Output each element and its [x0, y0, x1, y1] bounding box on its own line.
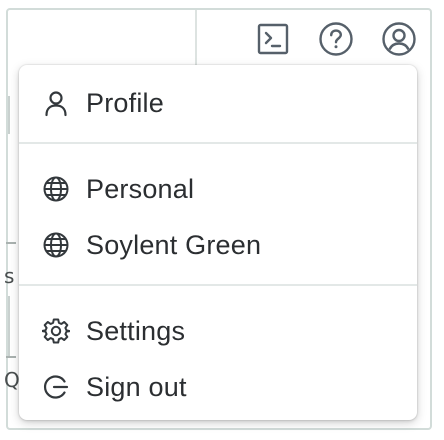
menu-item-label: Profile [86, 87, 164, 118]
user-icon [41, 88, 71, 118]
menu-item-settings[interactable]: Settings [19, 307, 417, 355]
help-icon[interactable] [317, 20, 355, 58]
menu-item-label: Personal [86, 173, 195, 204]
menu-item-sign-out[interactable]: Sign out [19, 363, 417, 411]
globe-icon [41, 230, 71, 260]
menu-item-profile[interactable]: Profile [19, 79, 417, 127]
background-tick [6, 356, 16, 358]
user-dropdown-menu: Profile Personal Soylent Green Settings … [19, 65, 417, 420]
menu-separator [19, 142, 417, 144]
header-divider [195, 10, 197, 68]
menu-separator [19, 284, 417, 286]
menu-item-label: Sign out [86, 371, 187, 402]
sign-out-icon [41, 372, 71, 402]
background-line [8, 296, 10, 356]
background-tick [6, 242, 16, 244]
terminal-icon[interactable] [254, 20, 292, 58]
menu-item-soylent-green[interactable]: Soylent Green [19, 221, 417, 269]
menu-item-label: Soylent Green [86, 229, 262, 260]
user-account-icon[interactable] [380, 20, 418, 58]
background-line [8, 96, 10, 134]
menu-item-label: Settings [86, 315, 186, 346]
globe-icon [41, 174, 71, 204]
background-text-fragment: Q [4, 368, 20, 392]
menu-item-personal[interactable]: Personal [19, 165, 417, 213]
gear-icon [41, 316, 71, 346]
background-text-fragment: s [4, 264, 15, 288]
